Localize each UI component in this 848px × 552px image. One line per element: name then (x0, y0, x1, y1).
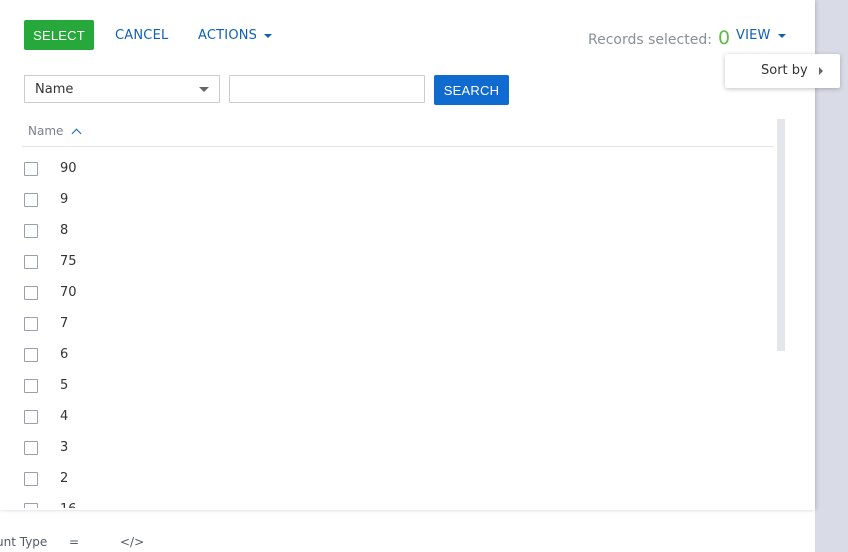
list-item[interactable]: 8 (24, 215, 68, 246)
list-item[interactable]: 7 (24, 308, 68, 339)
caret-down-icon (777, 33, 786, 38)
row-name: 9 (60, 192, 69, 207)
list-item[interactable]: 75 (24, 246, 77, 277)
row-name: 7 (60, 316, 69, 331)
records-selected-count: 0 (717, 27, 731, 49)
background-operator: = (69, 535, 80, 549)
row-checkbox[interactable] (24, 254, 38, 269)
background-field-label: unt Type (0, 535, 48, 549)
row-name: 16 (60, 502, 77, 508)
search-field-select[interactable]: Name (24, 75, 220, 103)
list-item[interactable]: 4 (24, 401, 68, 432)
column-header-name[interactable]: Name (28, 124, 82, 138)
view-menu: Sort by (725, 54, 840, 88)
chevron-right-icon (819, 67, 823, 75)
cancel-button-label: CANCEL (115, 27, 169, 43)
actions-dropdown-button[interactable]: ACTIONS (198, 20, 273, 50)
menu-item-label: Sort by (761, 63, 808, 78)
row-checkbox[interactable] (24, 502, 38, 508)
row-checkbox[interactable] (24, 409, 38, 424)
search-input[interactable] (229, 75, 425, 103)
records-list: 90 9 8 75 70 7 6 5 4 3 2 (0, 152, 790, 508)
list-item[interactable]: 9 (24, 184, 68, 215)
lookup-dialog: SELECT CANCEL ACTIONS Records selected: … (0, 0, 815, 510)
row-checkbox[interactable] (24, 440, 38, 455)
view-button-label: VIEW (736, 27, 771, 43)
background-code-icon-text: </> (120, 535, 145, 549)
records-selected-label: Records selected: (588, 32, 712, 48)
list-item[interactable]: 5 (24, 370, 68, 401)
cancel-button[interactable]: CANCEL (115, 20, 168, 50)
row-name: 4 (60, 409, 69, 424)
actions-button-label: ACTIONS (198, 27, 258, 43)
row-checkbox[interactable] (24, 161, 38, 176)
list-item[interactable]: 90 (24, 153, 77, 184)
row-checkbox[interactable] (24, 471, 38, 486)
list-item[interactable]: 3 (24, 432, 68, 463)
sort-ascending-icon (71, 128, 82, 138)
records-selected: Records selected: 0 (588, 27, 730, 49)
row-checkbox[interactable] (24, 192, 38, 207)
column-header-label: Name (28, 124, 64, 138)
list-item[interactable]: 6 (24, 339, 68, 370)
row-name: 70 (60, 285, 77, 300)
row-name: 75 (60, 254, 77, 269)
list-item[interactable]: 70 (24, 277, 77, 308)
header-divider (22, 146, 774, 147)
caret-down-icon (264, 33, 273, 38)
row-name: 6 (60, 347, 69, 362)
row-name: 8 (60, 223, 69, 238)
row-name: 5 (60, 378, 69, 393)
caret-down-icon (199, 87, 209, 92)
search-button[interactable]: SEARCH (434, 75, 509, 105)
list-item[interactable]: 2 (24, 463, 68, 494)
select-button[interactable]: SELECT (24, 20, 94, 50)
list-item[interactable]: 16 (24, 494, 77, 508)
menu-item-sort-by[interactable]: Sort by (725, 54, 840, 88)
row-checkbox[interactable] (24, 347, 38, 362)
row-checkbox[interactable] (24, 378, 38, 393)
row-checkbox[interactable] (24, 285, 38, 300)
search-field-value: Name (35, 81, 74, 97)
row-checkbox[interactable] (24, 316, 38, 331)
row-name: 90 (60, 161, 77, 176)
list-scrollbar[interactable] (777, 119, 785, 351)
view-dropdown-button[interactable]: VIEW (736, 20, 786, 50)
row-name: 2 (60, 471, 69, 486)
row-checkbox[interactable] (24, 223, 38, 238)
row-name: 3 (60, 440, 69, 455)
